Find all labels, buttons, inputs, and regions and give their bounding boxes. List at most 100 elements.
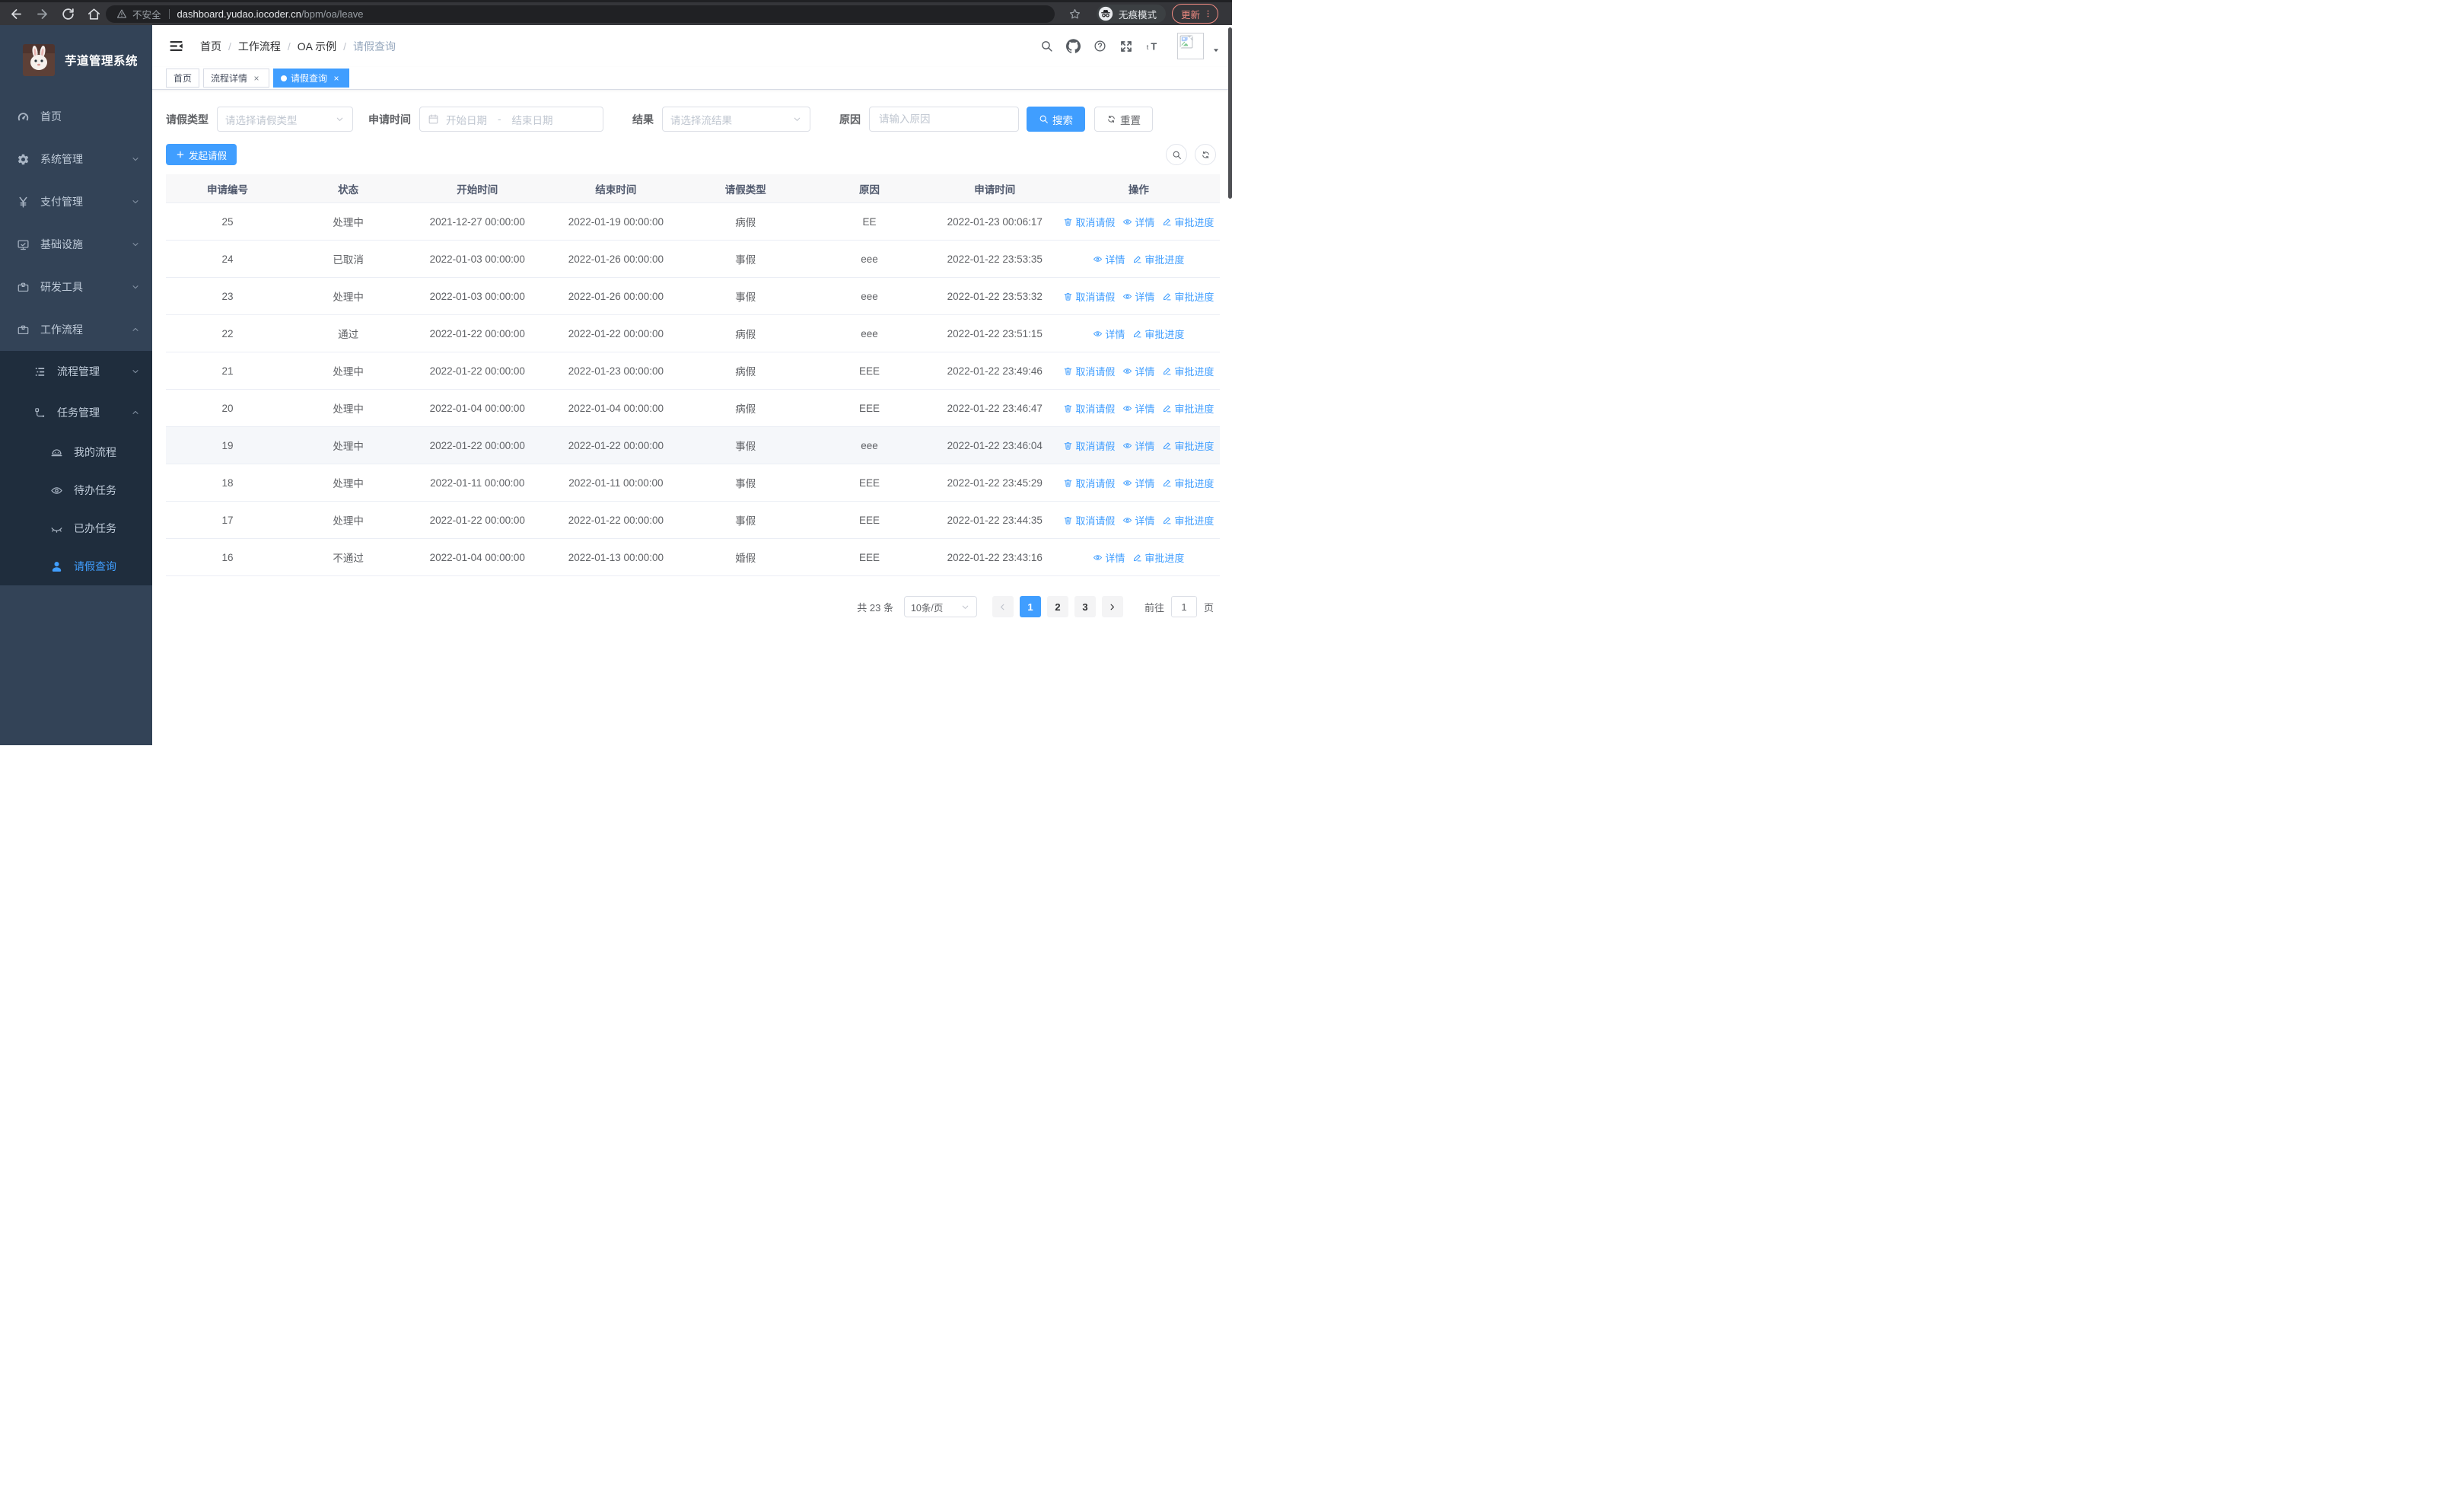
result-select[interactable]: 请选择流结果 [662,107,810,132]
progress-action-link[interactable]: 审批进度 [1132,550,1184,565]
progress-action-link[interactable]: 审批进度 [1162,513,1214,528]
sidebar-item-my-process[interactable]: 我的流程 [0,433,152,471]
search-button[interactable]: 搜索 [1027,107,1085,132]
cancel-action-link[interactable]: 取消请假 [1063,476,1115,490]
progress-action-link[interactable]: 审批进度 [1162,215,1214,229]
github-icon[interactable] [1066,39,1081,53]
detail-action-link[interactable]: 详情 [1093,327,1125,341]
apply-time-range-picker[interactable]: 开始日期 - 结束日期 [419,107,603,132]
sidebar-item-leave-query[interactable]: 请假查询 [0,547,152,585]
detail-action-link[interactable]: 详情 [1122,476,1154,490]
delete-icon [1063,217,1073,227]
update-label: 更新 [1180,9,1200,21]
help-icon[interactable] [1094,40,1106,53]
sidebar-item-devtools[interactable]: 研发工具 [0,266,152,308]
logo-link[interactable]: 芋道管理系统 [0,25,152,95]
breadcrumb-item[interactable]: OA 示例 [298,39,336,54]
tab-close-icon[interactable]: × [331,73,342,84]
tab-label: 请假查询 [291,73,328,84]
tab-home[interactable]: 首页 [166,69,200,88]
cell-type: 病假 [684,352,807,390]
leave-type-select[interactable]: 请选择请假类型 [217,107,353,132]
start-date-placeholder: 开始日期 [446,114,487,126]
forward-icon[interactable] [35,7,49,21]
progress-action-link[interactable]: 审批进度 [1162,289,1214,304]
tab-close-icon[interactable]: × [251,73,262,84]
action-label: 取消请假 [1075,216,1116,228]
page-button-1[interactable]: 1 [1019,596,1041,617]
progress-action-link[interactable]: 审批进度 [1132,252,1184,266]
next-page-button[interactable] [1101,596,1123,617]
sidebar-item-payment[interactable]: 支付管理 [0,180,152,223]
progress-action-link[interactable]: 审批进度 [1162,476,1214,490]
delete-icon [1063,478,1073,488]
address-bar[interactable]: 不安全 dashboard.yudao.iocoder.cn/bpm/oa/le… [106,5,1055,23]
robot-icon [50,446,63,459]
sidebar-item-todo-tasks[interactable]: 待办任务 [0,471,152,509]
progress-action-link[interactable]: 审批进度 [1162,401,1214,416]
detail-action-link[interactable]: 详情 [1122,289,1154,304]
cancel-action-link[interactable]: 取消请假 [1063,289,1115,304]
sidebar-item-infra[interactable]: 基础设施 [0,223,152,266]
breadcrumb-separator: / [343,40,347,53]
cancel-action-link[interactable]: 取消请假 [1063,438,1115,453]
page-button-3[interactable]: 3 [1074,596,1096,617]
goto-page-input[interactable] [1170,596,1197,617]
page-button-2[interactable]: 2 [1046,596,1068,617]
list-tree-icon [33,365,46,378]
cancel-action-link[interactable]: 取消请假 [1063,364,1115,378]
cancel-action-link[interactable]: 取消请假 [1063,401,1115,416]
cancel-action-link[interactable]: 取消请假 [1063,215,1115,229]
back-icon[interactable] [9,7,24,21]
action-label: 详情 [1105,552,1125,564]
detail-action-link[interactable]: 详情 [1122,513,1154,528]
page-size-select[interactable]: 10条/页 [903,596,977,617]
user-icon [50,560,63,573]
sidebar-item-task-mgmt[interactable]: 任务管理 [0,392,152,433]
sidebar-item-process-mgmt[interactable]: 流程管理 [0,351,152,392]
sidebar-item-system[interactable]: 系统管理 [0,138,152,180]
reason-input[interactable] [869,107,1019,132]
refresh-table-button[interactable] [1195,144,1216,165]
toggle-search-button[interactable] [1166,144,1187,165]
chevron-down-icon [131,367,140,376]
sidebar-item-done-tasks[interactable]: 已办任务 [0,509,152,547]
prev-page-button[interactable] [992,596,1014,617]
action-label: 详情 [1135,477,1155,489]
sidebar-item-workflow[interactable]: 工作流程 [0,308,152,351]
bookmark-star-icon[interactable] [1068,8,1081,21]
flow-icon [33,406,46,419]
detail-action-link[interactable]: 详情 [1122,364,1154,378]
fullscreen-icon[interactable] [1119,40,1133,53]
cell-actions: 详情 审批进度 [1057,240,1220,278]
detail-action-link[interactable]: 详情 [1093,550,1125,565]
detail-action-link[interactable]: 详情 [1122,401,1154,416]
scrollbar-thumb[interactable] [1228,27,1232,199]
search-icon[interactable] [1040,40,1053,53]
caret-down-icon[interactable] [1212,46,1220,54]
progress-action-link[interactable]: 审批进度 [1162,364,1214,378]
create-leave-button[interactable]: 发起请假 [166,144,237,165]
progress-action-link[interactable]: 审批进度 [1162,438,1214,453]
breadcrumb-item[interactable]: 首页 [200,39,221,54]
reload-icon[interactable] [61,7,75,21]
breadcrumb-item[interactable]: 工作流程 [238,39,281,54]
font-size-icon[interactable]: tT [1146,40,1160,53]
detail-action-link[interactable]: 详情 [1122,215,1154,229]
home-icon[interactable] [87,7,101,21]
detail-action-link[interactable]: 详情 [1122,438,1154,453]
delete-icon [1063,441,1073,451]
update-button[interactable]: 更新 [1171,4,1218,24]
tab-leave-query[interactable]: 请假查询 × [273,69,350,88]
hamburger-icon[interactable] [168,38,184,54]
row-actions: 取消请假 详情 审批进度 [1058,513,1220,528]
avatar[interactable] [1177,33,1204,59]
address-divider [168,8,170,19]
sidebar-item-home[interactable]: 首页 [0,95,152,138]
reset-button[interactable]: 重置 [1094,107,1153,132]
cancel-action-link[interactable]: 取消请假 [1063,513,1115,528]
detail-action-link[interactable]: 详情 [1093,252,1125,266]
tab-process-detail[interactable]: 流程详情 × [203,69,270,88]
progress-action-link[interactable]: 审批进度 [1132,327,1184,341]
plus-icon [176,150,185,159]
